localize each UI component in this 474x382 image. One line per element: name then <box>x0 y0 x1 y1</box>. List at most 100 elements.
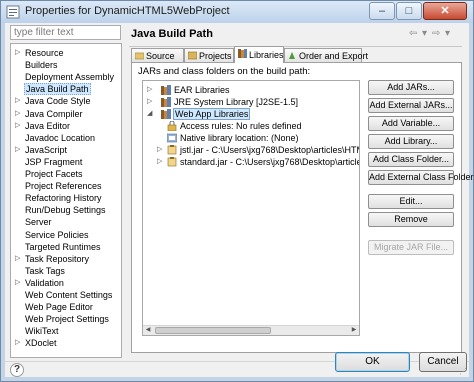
sidebar-item-label: Deployment Assembly <box>25 72 115 83</box>
order-export-icon <box>289 52 295 59</box>
minimize-button[interactable]: – <box>369 2 395 20</box>
library-label: standard.jar - C:\Users\jxg768\Desktop\a… <box>180 157 359 167</box>
sidebar-item-label: JSP Fragment <box>25 156 83 167</box>
add-jars-button[interactable]: Add JARs... <box>368 80 454 95</box>
sidebar-item-label: Task Tags <box>25 265 65 276</box>
sidebar-item-label: Resource <box>25 48 64 58</box>
expand-arrow-icon[interactable]: ▷ <box>15 120 20 132</box>
sidebar-item-label: Web Project Settings <box>25 314 109 325</box>
add-variable-button[interactable]: Add Variable... <box>368 116 454 131</box>
access-rules-icon <box>167 120 177 132</box>
page-title: Java Build Path <box>131 28 213 40</box>
scroll-right-icon[interactable]: ▶ <box>349 326 359 335</box>
library-label: Native library location: (None) <box>180 133 299 143</box>
back-arrow-icon[interactable]: ⇦ <box>409 28 417 39</box>
horizontal-scrollbar[interactable]: ◀ ▶ <box>143 325 359 335</box>
sidebar-item-label: Project Facets <box>25 169 83 179</box>
help-icon[interactable]: ? <box>10 363 24 377</box>
maximize-button[interactable]: □ <box>396 2 422 20</box>
scroll-thumb[interactable] <box>155 327 271 334</box>
libraries-description: JARs and class folders on the build path… <box>138 66 311 77</box>
sidebar-item-label: Server <box>25 217 52 228</box>
library-icon <box>161 97 171 107</box>
expand-arrow-icon[interactable]: ▷ <box>15 95 20 107</box>
tab-order-export-label: Order and Export <box>299 51 369 61</box>
library-label: jstl.jar - C:\Users\jxg768\Desktop\artic… <box>180 145 359 155</box>
sidebar-item-label: Javadoc Location <box>25 132 96 143</box>
sidebar-item-label: XDoclet <box>25 338 57 349</box>
sidebar-item-label: Validation <box>25 277 64 288</box>
expand-arrow-icon[interactable]: ▷ <box>157 144 162 156</box>
add-external-jars-button[interactable]: Add External JARs... <box>368 98 454 113</box>
sidebar-item-label: Builders <box>25 60 58 71</box>
expand-arrow-icon[interactable]: ▷ <box>15 47 20 59</box>
ok-button[interactable]: OK <box>335 352 410 372</box>
sidebar-item-label: Web Content Settings <box>25 290 113 300</box>
collapse-arrow-icon[interactable]: ◢ <box>147 108 152 120</box>
close-button[interactable]: ✕ <box>423 2 467 20</box>
properties-icon <box>6 5 20 19</box>
forward-arrow-icon[interactable]: ⇨ <box>432 28 440 39</box>
library-label: Web App Libraries <box>173 108 251 120</box>
library-icon <box>161 85 171 95</box>
panel-header: Java Build Path ⇦ ▾ ⇨ ▾ <box>129 25 462 45</box>
jar-icon <box>167 157 177 167</box>
remove-button[interactable]: Remove <box>368 212 454 227</box>
sidebar-item-label: Task Repository <box>25 253 90 264</box>
expand-arrow-icon[interactable]: ▷ <box>15 253 20 265</box>
sidebar-item-label: Service Policies <box>25 229 89 240</box>
native-library-icon <box>166 133 178 143</box>
tab-projects-label: Projects <box>199 51 232 61</box>
nav-dropdown-icon[interactable]: ▾ <box>422 28 427 39</box>
scroll-left-icon[interactable]: ◀ <box>143 326 153 335</box>
expand-arrow-icon[interactable]: ▷ <box>15 108 20 120</box>
sidebar-item-label: Java Compiler <box>25 108 83 119</box>
library-icon <box>161 109 171 119</box>
expand-arrow-icon[interactable]: ▷ <box>15 144 20 156</box>
title-bar[interactable]: Properties for DynamicHTML5WebProject – … <box>1 1 473 23</box>
add-external-class-folder-button[interactable]: Add External Class Folder... <box>368 170 474 185</box>
sidebar-item-label: Java Code Style <box>25 96 91 107</box>
tab-source[interactable]: Source <box>131 48 184 62</box>
sidebar-item-label: Web Page Editor <box>25 302 93 313</box>
expand-arrow-icon[interactable]: ▷ <box>15 337 20 349</box>
sidebar-item-label: JavaScript <box>25 144 68 155</box>
tab-libraries-label: Libraries <box>249 50 284 60</box>
libraries-tab-body: JARs and class folders on the build path… <box>131 62 474 353</box>
filter-input[interactable] <box>10 25 121 40</box>
resize-grip-icon[interactable]: ⋰ <box>459 367 467 376</box>
jar-icon <box>167 145 177 155</box>
window-title: Properties for DynamicHTML5WebProject <box>25 5 230 17</box>
expand-arrow-icon[interactable]: ▷ <box>147 84 152 96</box>
nav-menu-icon[interactable]: ▾ <box>445 28 450 39</box>
sidebar-item-label: Java Editor <box>25 120 71 131</box>
sidebar-item-label: Java Build Path <box>24 83 91 96</box>
library-tree[interactable]: ◀ ▶ ▷ EAR Libraries ▷ JRE System Library [J… <box>142 80 360 336</box>
sidebar-item-label: Project References <box>25 181 102 192</box>
source-folder-icon <box>135 52 144 60</box>
library-label: EAR Libraries <box>174 85 230 95</box>
projects-icon <box>188 51 197 60</box>
sidebar-item-label: WikiText <box>25 326 59 337</box>
sidebar-item-label: Run/Debug Settings <box>25 205 106 216</box>
property-page-tree[interactable]: ▷ Resource Builders Deployment Assembly Java… <box>10 43 122 358</box>
expand-arrow-icon[interactable]: ▷ <box>147 96 152 108</box>
properties-window: Properties for DynamicHTML5WebProject – … <box>0 0 474 382</box>
tab-libraries[interactable]: Libraries <box>234 46 284 63</box>
tab-order-export[interactable]: Order and Export <box>284 48 368 62</box>
migrate-jar-button[interactable]: Migrate JAR File... <box>368 240 454 255</box>
tab-projects[interactable]: Projects <box>184 48 234 62</box>
library-label: JRE System Library [J2SE-1.5] <box>174 97 299 107</box>
add-class-folder-button[interactable]: Add Class Folder... <box>368 152 454 167</box>
libraries-icon <box>238 49 247 58</box>
expand-arrow-icon[interactable]: ▷ <box>15 277 20 289</box>
tab-source-label: Source <box>146 51 175 61</box>
add-library-button[interactable]: Add Library... <box>368 134 454 149</box>
header-divider <box>129 46 462 47</box>
dialog-client-area: ▷ResourceBuildersDeployment AssemblyJava… <box>5 23 474 377</box>
expand-arrow-icon[interactable]: ▷ <box>157 156 162 168</box>
library-label: Access rules: No rules defined <box>180 121 302 131</box>
edit-button[interactable]: Edit... <box>368 194 454 209</box>
sidebar-item-label: Refactoring History <box>25 193 102 204</box>
sidebar-item-label: Targeted Runtimes <box>25 241 101 252</box>
